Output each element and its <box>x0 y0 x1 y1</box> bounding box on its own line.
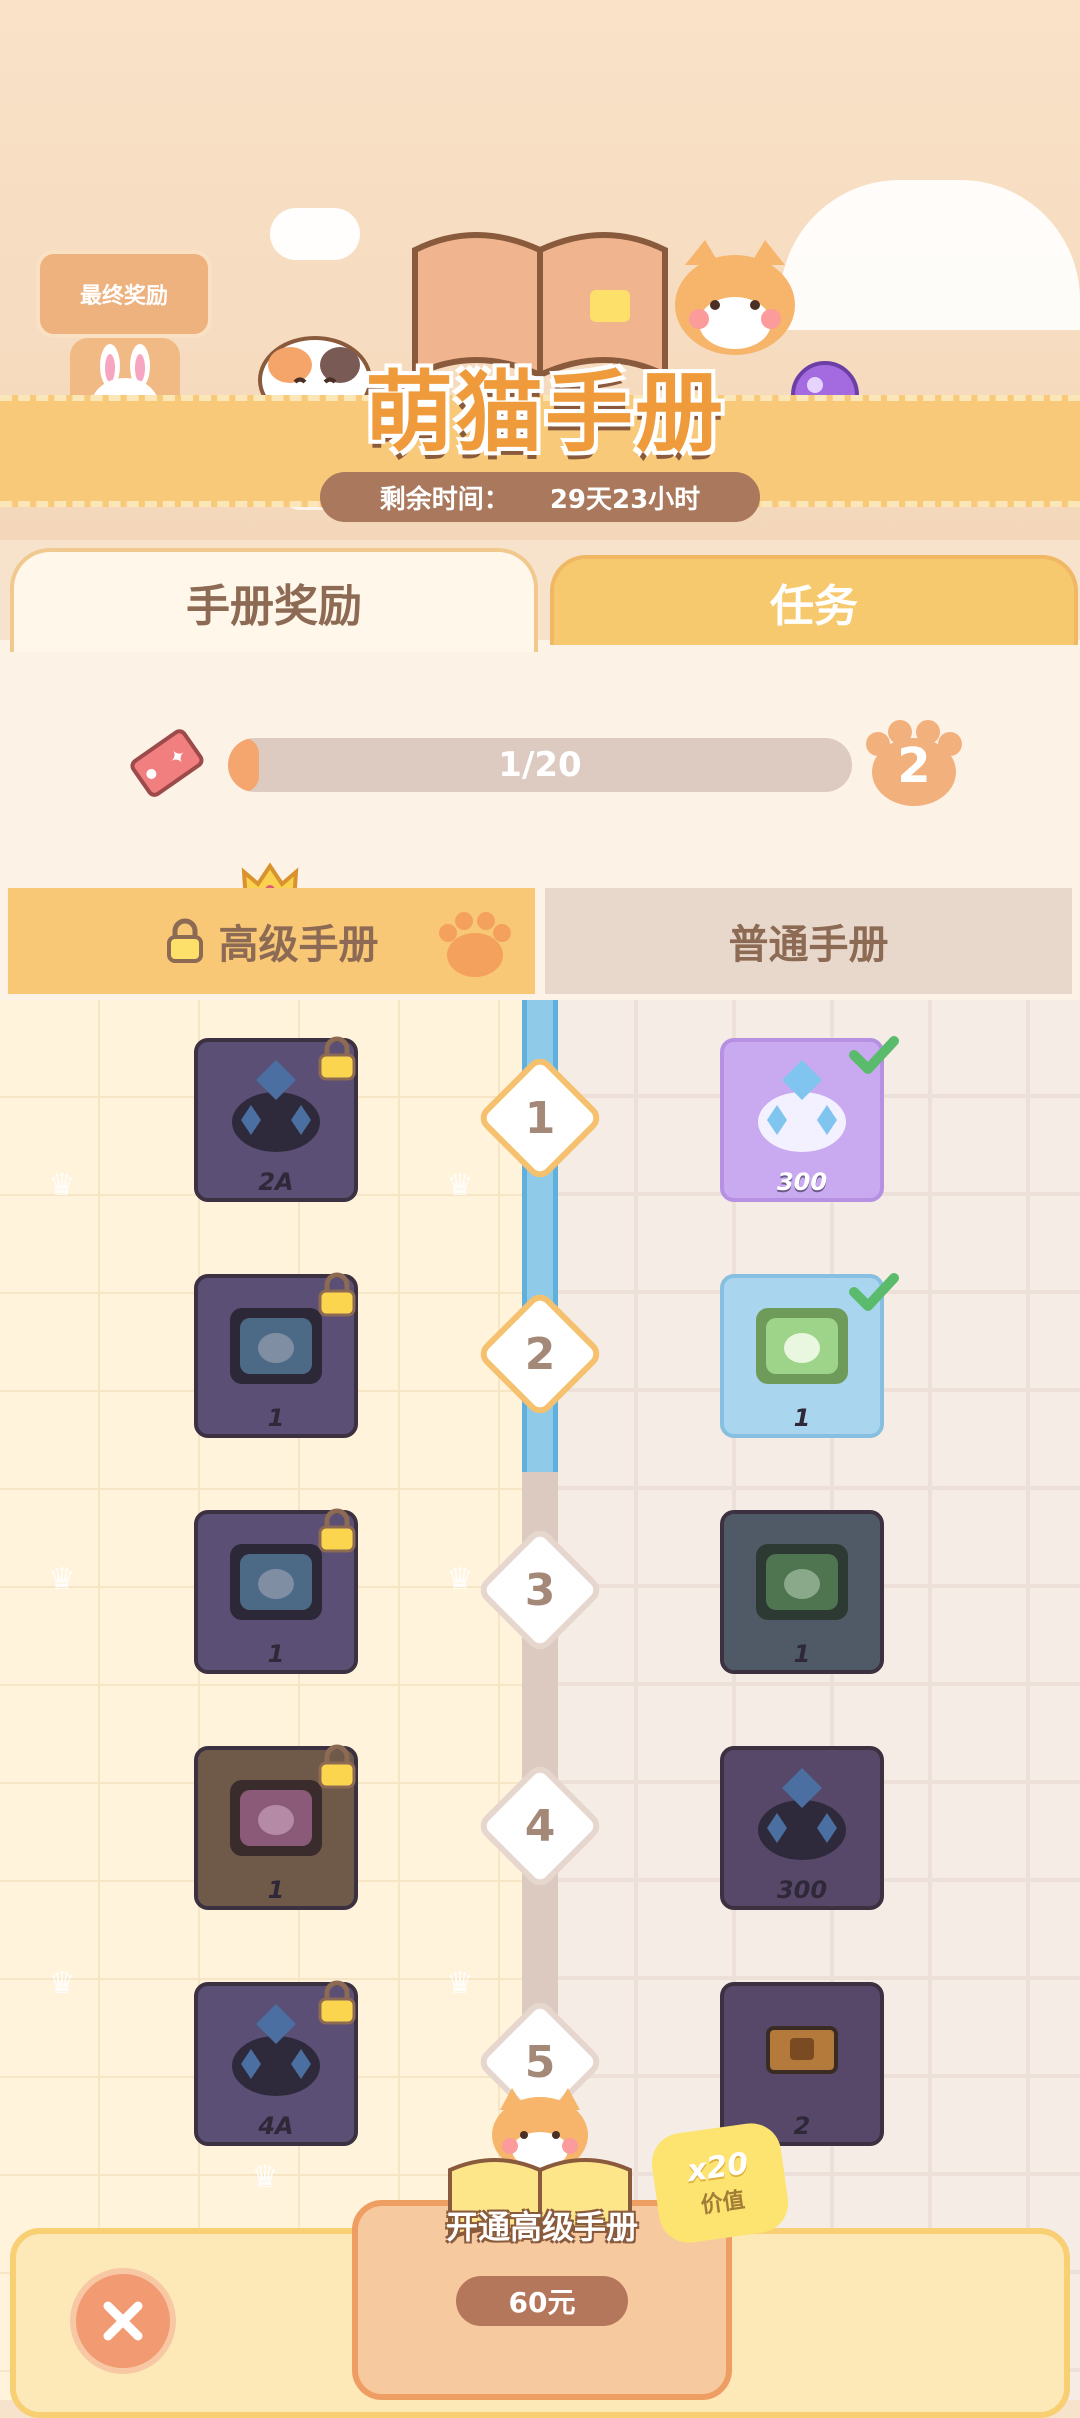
crystal-bag-icon <box>758 1768 846 1860</box>
remaining-time: 剩余时间： 29天23小时 <box>320 472 760 522</box>
ticket-icon: ✦ <box>130 729 204 797</box>
crystal-bag-icon <box>758 1060 846 1152</box>
value-badge: x20 价值 <box>647 2119 793 2247</box>
normal-reward-qty: 300 <box>776 1168 828 1196</box>
premium-reward-qty: 1 <box>267 1640 285 1668</box>
lock-icon <box>318 1508 356 1553</box>
green-cat-chest-icon <box>756 1544 848 1620</box>
level-number: 1 <box>524 1092 556 1144</box>
lock-icon <box>318 1036 356 1081</box>
normal-reward-qty: 1 <box>793 1640 811 1668</box>
cloud-decoration <box>270 208 360 260</box>
close-icon <box>103 2301 143 2341</box>
premium-reward-qty: 1 <box>267 1404 285 1432</box>
premium-reward-qty: 2A <box>258 1168 294 1196</box>
crown-icon: ♛ <box>48 1168 76 1203</box>
ticket-icon <box>766 2026 838 2074</box>
current-level: 2 <box>897 738 931 794</box>
premium-handbook-label: 高级手册 <box>218 922 379 968</box>
close-button[interactable] <box>70 2268 176 2374</box>
level-number: 4 <box>524 1800 556 1852</box>
crown-icon: ♛ <box>446 1168 474 1203</box>
lock-icon <box>166 918 203 963</box>
progress-text: 1/20 <box>498 745 582 785</box>
remaining-time-value: 29天23小时 <box>549 484 701 515</box>
level-number: 2 <box>524 1328 556 1380</box>
crown-icon: ♛ <box>446 1562 474 1597</box>
crown-icon: ♛ <box>446 1966 474 2001</box>
tab-tasks[interactable]: 任务 <box>550 555 1078 645</box>
page-title: 萌猫手册 <box>364 360 725 464</box>
checkmark-icon <box>849 1036 899 1074</box>
green-cat-chest-icon <box>756 1308 848 1384</box>
paw-decoration-icon <box>439 912 511 977</box>
value-label: 价值 <box>699 2187 747 2219</box>
checkmark-icon <box>849 1273 899 1311</box>
tab-handbook-rewards[interactable]: 手册奖励 <box>10 548 538 652</box>
crown-icon: ♛ <box>48 1966 76 2001</box>
remaining-time-label: 剩余时间： <box>379 484 510 515</box>
crown-icon: ♛ <box>48 1562 76 1597</box>
normal-reward-qty: 1 <box>793 1404 811 1432</box>
normal-handbook-header[interactable]: 普通手册 <box>545 888 1072 994</box>
crown-icon: ♛ <box>251 2160 279 2195</box>
lock-icon <box>318 1980 356 2025</box>
lock-icon <box>318 1272 356 1317</box>
premium-reward-qty: 4A <box>258 2112 294 2140</box>
final-reward-label: 最终奖励 <box>36 250 212 338</box>
premium-reward-qty: 1 <box>267 1876 285 1904</box>
normal-reward-qty: 300 <box>776 1876 828 1904</box>
lock-icon <box>318 1744 356 1789</box>
level-number: 3 <box>524 1564 556 1616</box>
price-tag: 60元 <box>456 2276 628 2326</box>
